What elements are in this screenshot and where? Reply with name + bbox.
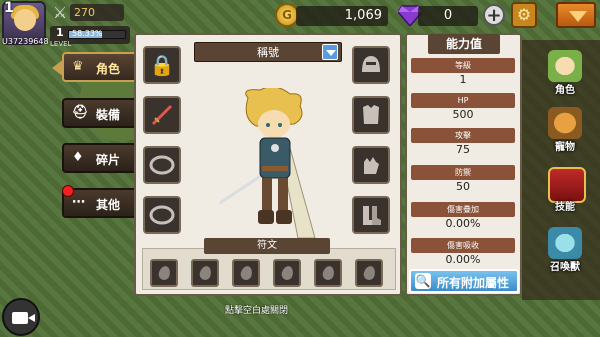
level-small: 1 xyxy=(56,26,64,39)
tab-equipment[interactable]: ⛑ 裝備 xyxy=(62,98,136,128)
rune-drop-icon xyxy=(362,264,377,282)
side-menu-character[interactable]: 角色 xyxy=(540,48,590,98)
search-icon: 🔍 xyxy=(415,273,431,289)
dropdown-menu-button[interactable] xyxy=(556,2,596,28)
slot-locked[interactable]: 🔒 xyxy=(143,46,181,84)
side-menu-label: 技能 xyxy=(555,202,575,213)
exp-text: 58.33% xyxy=(72,29,103,38)
close-hint: 點擊空白處關閉 xyxy=(225,306,289,316)
rune-slot[interactable] xyxy=(232,259,260,287)
rune-drop-icon xyxy=(198,264,213,282)
rune-drop-icon xyxy=(239,264,254,282)
side-menu-pet[interactable]: 寵物 xyxy=(540,105,590,155)
rune-slot[interactable] xyxy=(273,259,301,287)
stat-label: 傷害疊加 xyxy=(411,202,515,217)
player-level: 1 xyxy=(4,0,14,16)
side-menu-summon[interactable]: 召喚獸 xyxy=(540,225,590,275)
stat-value: 1 xyxy=(459,73,467,86)
boots-icon xyxy=(363,206,381,225)
chevron-down-icon xyxy=(569,11,587,22)
player-uid: U37239648 xyxy=(2,37,49,46)
rune-drop-icon xyxy=(321,264,336,282)
tab-label: 碎片 xyxy=(96,153,121,167)
shard-icon: ♦ xyxy=(72,150,84,165)
ring-icon xyxy=(149,155,175,175)
slot-boots[interactable] xyxy=(352,196,390,234)
stat-label: 攻擊 xyxy=(411,128,515,143)
rune-slot[interactable] xyxy=(355,259,383,287)
rune-drop-icon xyxy=(280,264,295,282)
stat-value: 0.00% xyxy=(445,253,481,266)
helmet-icon xyxy=(362,56,380,72)
tab-character[interactable]: ♛ 角色 xyxy=(52,52,136,82)
add-currency-button[interactable]: + xyxy=(483,4,505,26)
side-menu-label: 召喚獸 xyxy=(550,262,580,273)
slot-ring-2[interactable] xyxy=(143,196,181,234)
stat-label: 防禦 xyxy=(411,165,515,180)
slot-armor[interactable] xyxy=(352,96,390,134)
camera-lens xyxy=(28,314,35,322)
side-menu-label: 角色 xyxy=(555,85,575,96)
character-icon xyxy=(548,50,582,82)
rune-drop-icon xyxy=(157,264,172,282)
stat-value: 0.00% xyxy=(445,217,481,230)
glove-icon xyxy=(364,157,379,174)
camera-button[interactable] xyxy=(2,298,40,336)
stats-title: 能力值 xyxy=(428,34,500,54)
slot-ring-1[interactable] xyxy=(143,146,181,184)
crown-icon: ♛ xyxy=(72,59,84,74)
title-select[interactable]: 稱號 xyxy=(194,42,342,62)
stat-label: 等級 xyxy=(411,58,515,73)
tab-shards[interactable]: ♦ 碎片 xyxy=(62,143,136,173)
combat-power: 270 xyxy=(70,4,124,21)
gem-amount: 0 xyxy=(418,6,478,26)
armor-icon xyxy=(363,105,379,124)
chevron-down-icon xyxy=(326,50,336,56)
notification-dot xyxy=(62,185,74,197)
tab-label: 裝備 xyxy=(96,108,121,122)
stat-label: HP xyxy=(411,93,515,108)
rune-title: 符文 xyxy=(204,238,330,254)
all-attributes-button[interactable]: 🔍 所有附加屬性 xyxy=(409,269,519,293)
pet-icon xyxy=(548,107,582,139)
slot-gloves[interactable] xyxy=(352,146,390,184)
rune-slot[interactable] xyxy=(314,259,342,287)
camera-icon xyxy=(12,312,28,324)
gold-amount: 1,069 xyxy=(296,6,388,26)
lock-icon: 🔒 xyxy=(149,53,175,77)
slot-weapon[interactable] xyxy=(143,96,181,134)
stat-label: 傷害吸收 xyxy=(411,238,515,253)
active-tab-pointer xyxy=(52,59,64,77)
settings-gear-icon[interactable]: ⚙ xyxy=(511,2,537,28)
tab-label: 其他 xyxy=(96,198,121,212)
all-attributes-label: 所有附加屬性 xyxy=(437,276,510,290)
stat-value: 75 xyxy=(456,143,470,156)
helmet-icon: ⛑ xyxy=(72,105,89,120)
summon-icon xyxy=(548,227,582,259)
side-menu-label: 寵物 xyxy=(555,142,575,153)
crossed-swords-icon: ⚔ xyxy=(52,3,68,22)
side-menu-skill[interactable]: 技能 xyxy=(540,165,590,215)
dots-icon: ⋯ xyxy=(72,195,85,210)
rune-slot[interactable] xyxy=(191,259,219,287)
stat-value: 50 xyxy=(456,180,470,193)
rune-slot[interactable] xyxy=(150,259,178,287)
title-dropdown-button[interactable] xyxy=(322,44,338,60)
slot-helmet[interactable] xyxy=(352,46,390,84)
stat-value: 500 xyxy=(452,108,474,121)
hero-character xyxy=(220,88,316,239)
level-tag: LEVEL xyxy=(50,40,72,48)
tab-label: 角色 xyxy=(96,62,121,76)
sword-icon xyxy=(151,104,173,126)
ring-icon xyxy=(149,205,175,225)
